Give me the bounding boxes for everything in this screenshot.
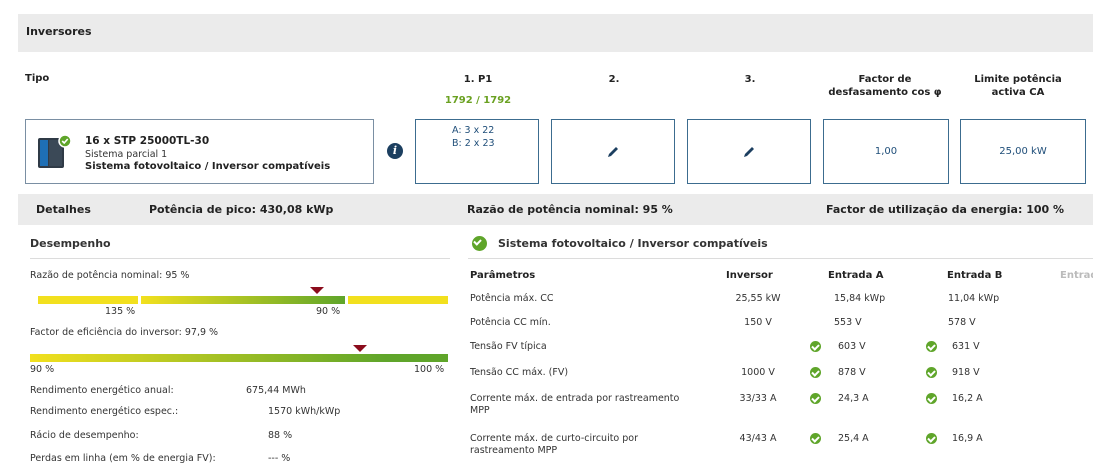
input-a-value: 603 V	[838, 341, 866, 352]
input-b-value: 16,2 A	[952, 393, 983, 404]
param-label: Tensão CC máx. (FV)	[470, 367, 569, 378]
input-a-value: 25,4 A	[838, 433, 869, 444]
inverter-value: 1000 V	[741, 367, 775, 378]
col-p1-value: 1792 / 1792	[444, 95, 512, 106]
details-bar: Detalhes Potência de pico: 430,08 kWp Ra…	[18, 194, 1093, 225]
perf-row-label: Rendimento energético espec.:	[30, 406, 179, 417]
check-circle-icon	[472, 236, 487, 251]
check-circle-icon	[926, 367, 937, 378]
col-3-header: 3.	[744, 74, 756, 85]
col-cosphi-line1: Factor de	[858, 74, 912, 85]
peak-power: Potência de pico: 430,08 kWp	[149, 203, 334, 216]
input-config-box[interactable]: A: 3 x 22 B: 2 x 23	[415, 119, 539, 184]
nominal-ratio: Razão de potência nominal: 95 %	[467, 203, 673, 216]
col-p1-header: 1. P1	[463, 74, 493, 85]
col-header-params: Parâmetros	[470, 270, 536, 281]
performance-title: Desempenho	[30, 237, 111, 250]
check-circle-icon	[926, 341, 937, 352]
col-powerlimit-line2: activa CA	[991, 87, 1045, 98]
param-label-cont: MPP	[470, 405, 490, 416]
inverter-card[interactable]: 16 x STP 25000TL-30 Sistema parcial 1 Si…	[25, 119, 374, 184]
col-cosphi-line2: desfasamento cos φ	[828, 87, 942, 98]
input-a-value: 553 V	[834, 317, 862, 328]
cos-phi-box[interactable]: 1,00	[823, 119, 949, 184]
check-circle-icon	[810, 341, 821, 352]
col-header-input-b: Entrada B	[947, 270, 1003, 281]
inverter-subtitle: Sistema parcial 1	[85, 149, 168, 160]
col-tipo-header: Tipo	[25, 73, 50, 84]
check-circle-icon	[810, 393, 821, 404]
ratio-bar	[38, 296, 448, 304]
col-powerlimit-line1: Limite potência	[974, 74, 1062, 85]
param-label: Potência CC mín.	[470, 317, 551, 328]
perf-row-label: Rendimento energético anual:	[30, 385, 174, 396]
inverter-value: 150 V	[744, 317, 772, 328]
check-circle-icon	[926, 393, 937, 404]
inverter-status: Sistema fotovoltaico / Inversor compatív…	[85, 161, 331, 172]
cos-phi-value: 1,00	[874, 146, 898, 157]
perf-row-value: 1570 kWh/kWp	[268, 406, 341, 417]
inverter-value: 33/33 A	[739, 393, 777, 404]
param-label: Corrente máx. de curto-circuito por	[470, 433, 639, 444]
input-a-value: 24,3 A	[838, 393, 869, 404]
col-2-header: 2.	[608, 74, 620, 85]
input-a-value: 878 V	[838, 367, 866, 378]
eff-right-label: 100 %	[414, 364, 445, 375]
input-b-value: 578 V	[948, 317, 976, 328]
ratio-left-label: 135 %	[105, 306, 136, 317]
check-circle-icon	[926, 433, 937, 444]
param-label-cont: rastreamento MPP	[470, 445, 558, 456]
perf-row-value: --- %	[268, 453, 291, 464]
inverter-icon	[38, 134, 72, 168]
divider	[30, 258, 450, 259]
power-limit-box[interactable]: 25,00 kW	[960, 119, 1086, 184]
perf-row-value: 88 %	[268, 430, 293, 441]
section-title: Inversores	[26, 25, 92, 38]
power-limit-value: 25,00 kW	[999, 146, 1047, 157]
input-b-config: B: 2 x 23	[452, 138, 495, 149]
check-circle-icon	[810, 433, 821, 444]
details-label: Detalhes	[36, 203, 91, 216]
edit-box-3[interactable]	[687, 119, 811, 184]
eff-marker	[353, 345, 368, 352]
inverter-value: 25,55 kW	[735, 293, 781, 304]
compat-title: Sistema fotovoltaico / Inversor compatív…	[498, 237, 768, 250]
input-b-value: 918 V	[952, 367, 980, 378]
param-label: Corrente máx. de entrada por rastreament…	[470, 393, 680, 404]
ratio-label: Razão de potência nominal: 95 %	[30, 270, 190, 281]
eff-bar	[30, 354, 448, 362]
energy-usage: Factor de utilização da energia: 100 %	[826, 203, 1065, 216]
eff-label: Factor de eficiência do inversor: 97,9 %	[30, 327, 219, 338]
info-icon[interactable]: i	[387, 143, 403, 159]
col-header-input-a: Entrada A	[828, 270, 884, 281]
col-cosphi-header: Factor de desfasamento cos φ	[822, 73, 948, 99]
col-header-input-c: Entrad	[1060, 270, 1093, 281]
check-circle-icon	[810, 367, 821, 378]
edit-box-2[interactable]	[551, 119, 675, 184]
col-powerlimit-header: Limite potência activa CA	[955, 73, 1081, 99]
ratio-marker	[309, 287, 324, 294]
input-b-value: 16,9 A	[952, 433, 983, 444]
perf-row-label: Perdas em linha (em % de energia FV):	[30, 453, 216, 464]
param-label: Potência máx. CC	[470, 293, 554, 304]
input-b-value: 631 V	[952, 341, 980, 352]
input-b-value: 11,04 kWp	[948, 293, 1000, 304]
perf-row-value: 675,44 MWh	[246, 385, 306, 396]
ratio-right-label: 90 %	[316, 306, 341, 317]
input-a-config: A: 3 x 22	[452, 125, 495, 136]
pencil-icon	[744, 146, 754, 157]
eff-left-label: 90 %	[30, 364, 55, 375]
pencil-icon	[608, 146, 618, 157]
input-a-value: 15,84 kWp	[834, 293, 886, 304]
section-header: Inversores	[18, 14, 1093, 52]
param-label: Tensão FV típica	[470, 341, 547, 352]
perf-row-label: Rácio de desempenho:	[30, 430, 139, 441]
inverter-name: 16 x STP 25000TL-30	[85, 135, 210, 147]
col-header-inverter: Inversor	[726, 270, 773, 281]
divider	[468, 258, 1093, 259]
inverter-value: 43/43 A	[739, 433, 777, 444]
